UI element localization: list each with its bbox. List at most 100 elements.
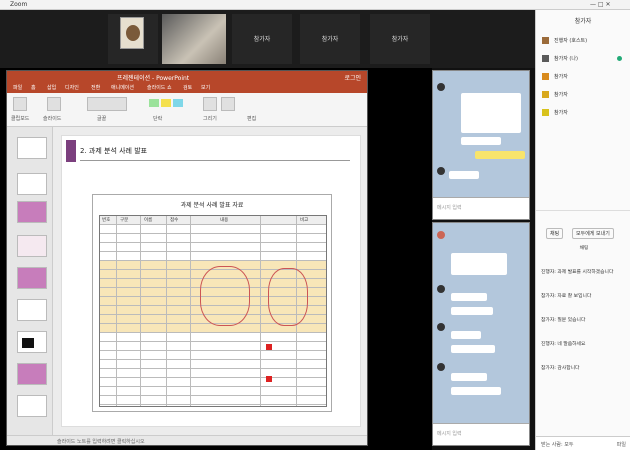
recipient-selector[interactable]: 받는 사람: 모두 [541,441,573,448]
participant-name: 참가자 [391,36,409,43]
chat-recipient-tab[interactable]: 모두에게 보내기 [572,228,614,239]
chat-bubble [451,373,487,381]
participant-label: 참가자 [554,110,568,116]
window-controls[interactable]: — □ ✕ [590,1,611,8]
chat-bubble [449,171,479,179]
ppt-tab-transitions[interactable]: 전환 [91,84,100,91]
slide-title: 2. 과제 분석 사례 발표 [80,147,148,155]
ppt-tab-animations[interactable]: 애니메이션 [111,84,134,91]
chat-window-1: 메시지 입력 [432,70,530,220]
participants-header: 참가자 [574,18,592,25]
ribbon-group-label: 글꼴 [97,116,107,122]
table-header: 점수 [170,218,179,223]
chat-message: 진행자: 과제 발표를 시작하겠습니다 [541,270,627,276]
chat-avatar [437,231,445,239]
participant-item[interactable]: 참가자 [542,90,626,100]
participant-item[interactable]: 참가자 [542,72,626,82]
slide-canvas[interactable]: 2. 과제 분석 사례 발표 과제 분석 사례 발표 자료 번호 구분 이름 점… [61,135,361,427]
video-tile-photo[interactable] [162,14,226,64]
powerpoint-window: 프레젠테이션 - PowerPoint 로그인 파일 홈 삽입 디자인 전환 애… [6,70,368,446]
participant-label: 참가자 [554,74,568,80]
ppt-tab-home[interactable]: 홈 [31,84,36,91]
pen-annotation [268,268,308,326]
slide-accent-bar [66,140,76,162]
embedded-document[interactable]: 과제 분석 사례 발표 자료 번호 구분 이름 점수 내용 비고 [92,194,332,412]
table-header: 구분 [120,218,129,223]
video-tile-3[interactable]: 참가자 [232,14,292,64]
chat-tab[interactable]: 채팅 [546,228,564,239]
arrange-icon[interactable] [221,97,235,111]
chat-message-text: 참가자: 질문 있습니다 [541,318,586,323]
chat-bubble [451,253,507,275]
chat-message: 참가자: 질문 있습니다 [541,318,627,324]
chat-bubble [461,137,501,145]
ppt-account[interactable]: 로그인 [344,73,361,82]
chat-message-text: 참가자: 자료 잘 보입니다 [541,294,592,299]
avatar-face [126,25,140,41]
chat-message: 진행자: 네 말씀하세요 [541,342,627,348]
slide-thumbnail[interactable] [17,267,47,289]
sidebar-chat-input[interactable]: 받는 사람: 모두 파일 [536,436,630,450]
chat-window-2: 메시지 입력 [432,222,530,446]
table-header: 번호 [102,218,111,223]
ppt-title: 프레젠테이션 - PowerPoint [117,75,190,82]
slide-thumbnail[interactable] [17,395,47,417]
chat-bubble [451,387,501,395]
table-row [100,369,326,378]
chat-input[interactable]: 메시지 입력 [433,423,529,445]
ribbon-group-label: 클립보드 [11,116,30,122]
participant-label: 참가자 [554,92,568,98]
slide-thumbnail[interactable] [17,137,47,159]
chat-message-text: 진행자: 과제 발표를 시작하겠습니다 [541,270,614,275]
ribbon-group-label: 슬라이드 [43,116,62,122]
table-column-divider [190,216,191,406]
ppt-tab-review[interactable]: 검토 [183,84,192,91]
paste-icon[interactable] [13,97,27,111]
chat-input[interactable]: 메시지 입력 [433,197,529,219]
ppt-tab-view[interactable]: 보기 [201,84,210,91]
table-column-divider [260,216,261,406]
participant-icon [542,73,549,80]
slide-thumbnail[interactable] [17,201,47,223]
file-button[interactable]: 파일 [617,441,626,448]
table-row [100,333,326,342]
chat-avatar [437,285,445,293]
slide-thumbnail-pane [7,127,53,437]
table-column-divider [140,216,141,406]
video-tile-4[interactable]: 참가자 [300,14,360,64]
ppt-tab-slideshow[interactable]: 슬라이드 쇼 [147,84,172,91]
participant-item[interactable]: 참가자 (나) [542,54,626,64]
pen-annotation [200,266,250,326]
document-table: 번호 구분 이름 점수 내용 비고 [99,215,327,407]
table-row [100,252,326,261]
slide-thumbnail[interactable] [17,235,47,257]
chat-message: 참가자: 감사합니다 [541,366,627,372]
table-column-divider [166,216,167,406]
slide-thumbnail[interactable] [17,331,47,353]
font-selector[interactable] [87,97,127,111]
chat-bubble [451,293,487,301]
slide-thumbnail[interactable] [17,363,47,385]
ppt-notes-bar[interactable]: 슬라이드 노트를 입력하려면 클릭하십시오 [7,435,367,445]
ppt-tab-insert[interactable]: 삽입 [47,84,56,91]
color-swatch-cyan[interactable] [173,99,183,107]
status-indicator [617,56,622,61]
table-header: 비고 [300,218,309,223]
ribbon-group-label: 단락 [153,116,163,122]
shapes-icon[interactable] [203,97,217,111]
color-swatch-green[interactable] [149,99,159,107]
new-slide-icon[interactable] [47,97,61,111]
ppt-tab-design[interactable]: 디자인 [65,84,79,91]
participant-icon [542,55,549,62]
participant-item[interactable]: 참가자 [542,108,626,118]
annotation-mark [266,376,272,382]
table-row [100,342,326,351]
color-swatch-yellow[interactable] [161,99,171,107]
slide-thumbnail[interactable] [17,299,47,321]
participant-item[interactable]: 진행자 (호스트) [542,36,626,46]
participant-icon [542,109,549,116]
ppt-tab-file[interactable]: 파일 [13,84,22,91]
video-tile-5[interactable]: 참가자 [370,14,430,64]
video-tile-avatar[interactable] [108,14,158,64]
slide-thumbnail[interactable] [17,173,47,195]
